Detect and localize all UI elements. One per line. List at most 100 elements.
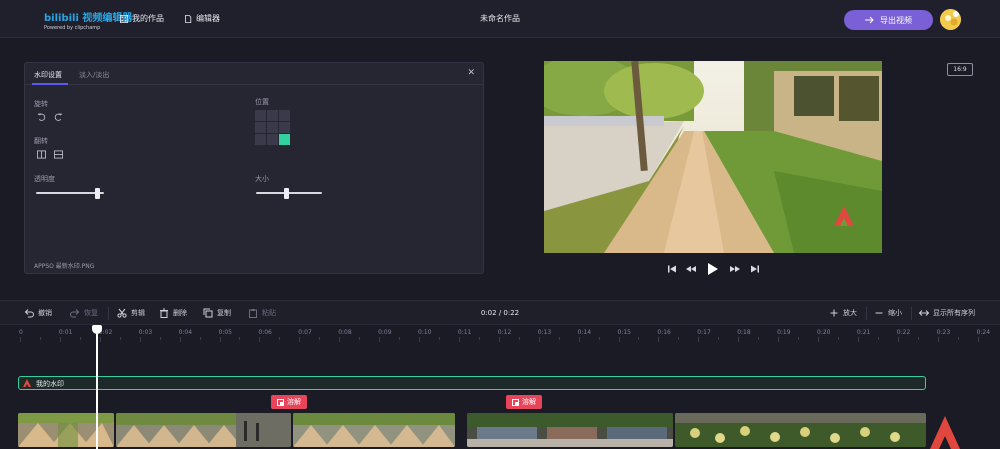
aspect-ratio-button[interactable]: 16:9 (947, 63, 973, 76)
ruler-tick-mark (837, 337, 839, 340)
fast-forward-icon[interactable] (730, 264, 740, 274)
brand-watermark-icon (930, 416, 960, 449)
ruler-tick-mark (498, 337, 500, 342)
top-bar: bilibili 视频编辑器 Powered by clipchamp 我的作品… (0, 0, 1000, 38)
show-all-sequences-button[interactable]: 显示所有序列 (919, 308, 975, 318)
document-icon (185, 14, 192, 23)
opacity-slider-track[interactable] (36, 192, 104, 194)
ruler-tick-mark (299, 337, 301, 342)
position-bottom-right[interactable] (279, 134, 290, 145)
video-clip[interactable] (18, 413, 114, 447)
ruler-tick-mark (339, 337, 341, 342)
ruler-tick-mark (618, 337, 620, 342)
video-clip[interactable] (467, 413, 673, 447)
nav-my-works-label: 我的作品 (132, 14, 164, 23)
ruler-tick-mark (598, 337, 600, 340)
ruler-tick-mark (957, 337, 959, 340)
ruler-tick-mark (698, 337, 700, 342)
rotate-label: 旋转 (34, 100, 48, 108)
user-avatar[interactable] (940, 9, 961, 30)
position-top-center[interactable] (267, 110, 278, 121)
ruler-tick-label: 0:15 (617, 329, 631, 336)
tab-watermark-settings[interactable]: 水印设置 (34, 70, 62, 80)
position-label: 位置 (255, 98, 269, 106)
ruler-tick-mark (119, 337, 121, 340)
rewind-icon[interactable] (686, 264, 696, 274)
transition-label: 溶解 (287, 398, 301, 406)
zoom-in-button[interactable]: 放大 (829, 308, 857, 318)
ruler-tick-mark (419, 337, 420, 342)
size-slider-track[interactable] (256, 192, 322, 194)
position-middle-left[interactable] (255, 122, 266, 133)
ruler-tick-label: 0:20 (817, 329, 831, 336)
ruler-tick-label: 0:07 (298, 329, 312, 336)
document-title[interactable]: 未命名作品 (480, 14, 520, 23)
position-bottom-left[interactable] (255, 134, 266, 145)
ruler-tick-mark (259, 337, 261, 342)
clip-thumbnails (467, 413, 673, 447)
ruler-tick-mark (438, 337, 440, 340)
panel-tabs: 水印设置 淡入/淡出 ✕ (25, 63, 483, 85)
app-logo[interactable]: bilibili 视频编辑器 Powered by clipchamp (44, 9, 133, 31)
flip-vertical-icon[interactable] (54, 150, 63, 159)
timecode: 0:02 / 0:22 (480, 309, 520, 317)
position-top-right[interactable] (279, 110, 290, 121)
ruler-tick-mark (718, 337, 720, 340)
export-video-button[interactable]: 导出视频 (844, 10, 933, 30)
watermark-file-name: APPSO 最新水印.PNG (34, 263, 95, 270)
ruler-tick-mark (518, 337, 520, 340)
skip-to-start-icon[interactable] (668, 264, 676, 274)
ruler-tick-label: 0:06 (258, 329, 272, 336)
transition-badge[interactable]: 溶解 (271, 395, 307, 409)
ruler-tick-mark (219, 337, 221, 342)
rotate-right-icon[interactable] (54, 113, 63, 122)
video-preview[interactable] (544, 61, 882, 253)
ruler-tick-mark (937, 337, 939, 342)
ruler-tick-mark (658, 337, 660, 342)
timeline-ruler[interactable]: 0 0:01 0:02 0:03 0:04 0:05 0:06 0:07 0:08 0:09 0:1… (0, 326, 1000, 342)
position-middle-right[interactable] (279, 122, 290, 133)
ruler-tick-mark (818, 337, 819, 342)
skip-to-end-icon[interactable] (751, 264, 759, 274)
clip-thumbnails (293, 413, 455, 447)
ruler-tick-mark (578, 337, 580, 342)
tab-fade-in-out[interactable]: 淡入/淡出 (79, 70, 109, 80)
clip-thumbnails (675, 413, 926, 447)
transition-icon (512, 398, 519, 406)
ruler-tick-mark (478, 337, 480, 340)
nav-editor[interactable]: 编辑器 (184, 13, 220, 24)
watermark-track[interactable]: 我的水印 (18, 376, 926, 390)
size-slider-thumb[interactable] (283, 188, 289, 199)
ruler-tick-label: 0:14 (577, 329, 592, 336)
nav-my-works[interactable]: 我的作品 (120, 13, 164, 24)
play-icon[interactable] (707, 262, 719, 276)
playhead-line[interactable] (96, 326, 98, 449)
transition-icon (277, 398, 284, 406)
rotate-left-icon[interactable] (37, 113, 46, 122)
video-clip[interactable] (116, 413, 291, 447)
flip-horizontal-icon[interactable] (37, 150, 46, 159)
position-top-left[interactable] (255, 110, 266, 121)
video-clip[interactable] (293, 413, 455, 447)
video-clip[interactable] (675, 413, 926, 447)
ruler-tick-label: 0:24 (976, 329, 991, 336)
transition-badge[interactable]: 溶解 (506, 395, 542, 409)
opacity-slider-thumb[interactable] (95, 188, 101, 199)
zoom-out-button[interactable]: 缩小 (874, 308, 902, 318)
position-bottom-center[interactable] (267, 134, 278, 145)
ruler-tick-label: 0:19 (777, 329, 791, 336)
ruler-tick-mark (20, 337, 21, 342)
ruler-tick-mark (139, 337, 141, 342)
plus-icon (830, 309, 838, 317)
watermark-settings-panel: 水印设置 淡入/淡出 ✕ 旋转 翻转 透明度 位置 大小 APPSO 最新水印.… (24, 62, 484, 274)
avatar-image (940, 9, 961, 30)
arrow-right-icon (865, 16, 874, 24)
close-icon[interactable]: ✕ (467, 68, 475, 78)
ruler-tick-mark (319, 337, 321, 340)
ruler-tick-label: 0 (19, 329, 23, 336)
logo-text: bilibili 视频编辑器 (44, 13, 133, 24)
ruler-tick-mark (399, 337, 401, 340)
opacity-label: 透明度 (34, 175, 55, 183)
position-center[interactable] (267, 122, 278, 133)
size-label: 大小 (255, 175, 269, 183)
